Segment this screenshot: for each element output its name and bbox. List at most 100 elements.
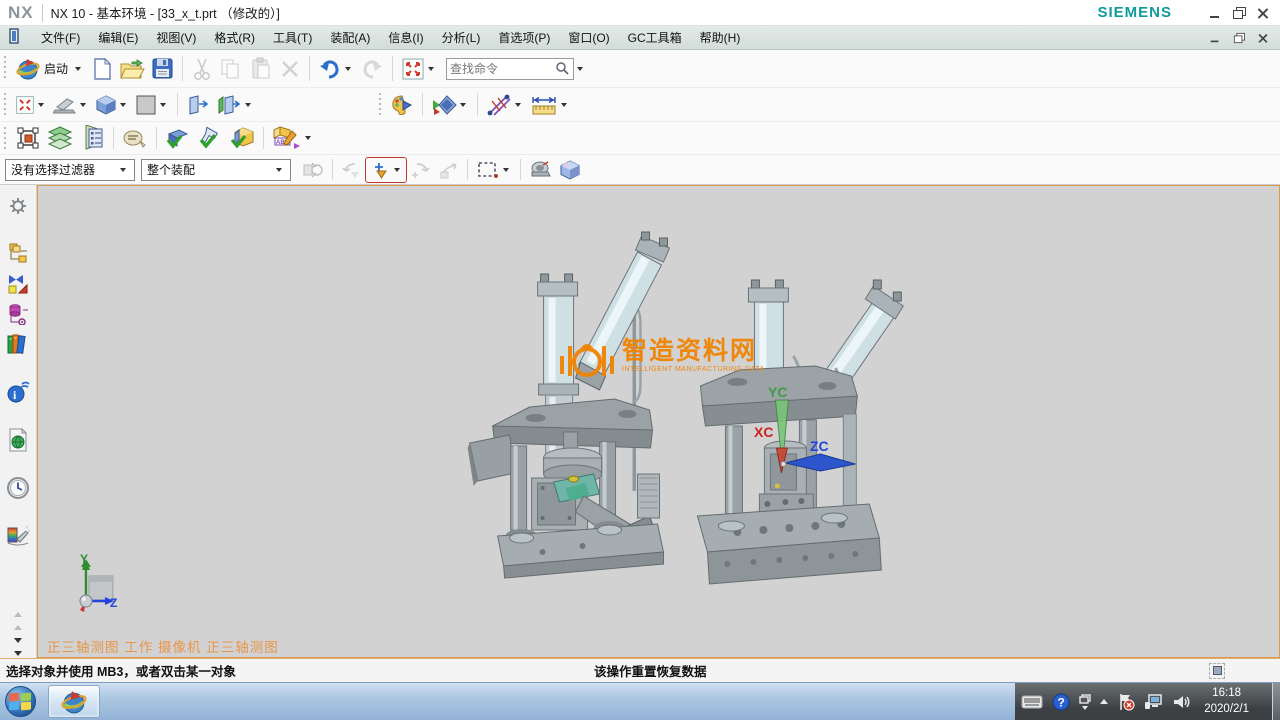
- fit-view-button[interactable]: [398, 55, 440, 83]
- fit-button[interactable]: [12, 93, 50, 117]
- filter-point-button[interactable]: [366, 158, 406, 182]
- role-button[interactable]: [387, 91, 417, 119]
- copy-button[interactable]: [216, 55, 246, 83]
- selection-filter-combo[interactable]: 没有选择过滤器: [5, 159, 135, 181]
- sidebar-scroll-up-icon[interactable]: [14, 612, 22, 617]
- model-left-assembly[interactable]: [468, 232, 670, 578]
- menu-information[interactable]: 信息(I): [379, 26, 432, 49]
- network-tray-icon[interactable]: [1144, 694, 1164, 710]
- taskbar-clock[interactable]: 16:18 2020/2/1: [1204, 686, 1249, 717]
- menu-gc-toolbox[interactable]: GC工具箱: [619, 26, 691, 49]
- assembly-constraints-button[interactable]: [483, 91, 527, 119]
- window-plane-button[interactable]: [183, 92, 213, 118]
- menu-edit[interactable]: 编辑(E): [89, 26, 147, 49]
- selection-filter-dropdown-icon[interactable]: [120, 168, 126, 172]
- constraint-navigator-icon[interactable]: [5, 271, 31, 297]
- render-style-dropdown-icon[interactable]: [80, 103, 86, 107]
- move-component-button[interactable]: [12, 123, 44, 153]
- search-icon[interactable]: [555, 61, 570, 76]
- action-center-flag-icon[interactable]: [1117, 693, 1135, 711]
- keyboard-tray-icon[interactable]: [1021, 695, 1043, 709]
- render-style-button[interactable]: [50, 93, 92, 117]
- redo-button[interactable]: [357, 55, 387, 83]
- open-button[interactable]: [116, 55, 148, 83]
- sidebar-expand-icon[interactable]: [14, 638, 22, 643]
- cad-model-canvas[interactable]: [38, 186, 1279, 657]
- undo-button[interactable]: [315, 55, 357, 83]
- volume-tray-icon[interactable]: [1173, 694, 1191, 710]
- tag-note-button[interactable]: [119, 125, 151, 151]
- orient-view-button[interactable]: [92, 92, 132, 118]
- check-cube-button[interactable]: [226, 124, 258, 152]
- annotation-dropdown-icon[interactable]: [305, 136, 311, 140]
- constraints-dropdown-icon[interactable]: [515, 103, 521, 107]
- start-orb[interactable]: [0, 683, 40, 720]
- window-plane-dropdown-icon[interactable]: [245, 103, 251, 107]
- close-icon[interactable]: [1256, 7, 1270, 19]
- annotation-button[interactable]: ABC: [269, 123, 317, 153]
- toolbar-grip[interactable]: [3, 56, 8, 82]
- filter-back-button[interactable]: [338, 158, 366, 182]
- save-button[interactable]: [148, 55, 177, 82]
- selection-scope-combo[interactable]: 整个装配: [141, 159, 291, 181]
- child-restore-icon[interactable]: [1233, 32, 1245, 42]
- check-clearance-button[interactable]: [162, 124, 194, 152]
- menu-window[interactable]: 窗口(O): [559, 26, 618, 49]
- new-file-button[interactable]: [88, 55, 116, 83]
- filter-chain-button[interactable]: [434, 158, 462, 182]
- start-dropdown-icon[interactable]: [75, 67, 81, 71]
- assembly-navigator-icon[interactable]: [5, 241, 31, 267]
- menu-assemblies[interactable]: 装配(A): [321, 26, 379, 49]
- explode-assembly-button[interactable]: [297, 157, 327, 183]
- filter-point-dropdown-icon[interactable]: [394, 168, 400, 172]
- help-tray-icon[interactable]: ?: [1052, 693, 1070, 711]
- marquee-dropdown-icon[interactable]: [503, 168, 509, 172]
- restore-icon[interactable]: [1232, 7, 1246, 19]
- tray-window-icon[interactable]: [1079, 694, 1091, 710]
- check-tool-button[interactable]: [194, 124, 226, 152]
- model-right-assembly[interactable]: [697, 280, 903, 584]
- shade-cube-button[interactable]: [556, 157, 584, 183]
- show-hide-dropdown-icon[interactable]: [460, 103, 466, 107]
- start-button[interactable]: 启动: [12, 55, 88, 83]
- menu-file[interactable]: 文件(F): [32, 26, 89, 49]
- menu-tools[interactable]: 工具(T): [264, 26, 321, 49]
- menu-preferences[interactable]: 首选项(P): [489, 26, 559, 49]
- sidebar-expand2-icon[interactable]: [14, 651, 22, 656]
- library-books-icon[interactable]: [5, 331, 31, 357]
- show-desktop-button[interactable]: [1272, 683, 1280, 720]
- reuse-library-icon[interactable]: [5, 301, 31, 327]
- measure-dropdown-icon[interactable]: [561, 103, 567, 107]
- fit-view-dropdown-icon[interactable]: [428, 67, 434, 71]
- materials-palette-icon[interactable]: [5, 523, 31, 549]
- undo-dropdown-icon[interactable]: [345, 67, 351, 71]
- sidebar-scroll-up2-icon[interactable]: [14, 625, 22, 630]
- child-close-icon[interactable]: [1257, 32, 1269, 42]
- menu-help[interactable]: 帮助(H): [691, 26, 750, 49]
- menu-analysis[interactable]: 分析(L): [433, 26, 490, 49]
- minimize-icon[interactable]: [1208, 7, 1222, 19]
- selection-scope-dropdown-icon[interactable]: [276, 168, 282, 172]
- layer-settings-button[interactable]: [44, 123, 76, 153]
- menu-view[interactable]: 视图(V): [147, 26, 205, 49]
- cut-button[interactable]: [188, 55, 216, 83]
- marquee-select-button[interactable]: [473, 158, 515, 182]
- window-plane-arrow-button[interactable]: [213, 92, 257, 118]
- find-command-input[interactable]: [450, 62, 555, 76]
- web-browser-icon[interactable]: i: [5, 379, 31, 405]
- paste-button[interactable]: [246, 55, 276, 83]
- graphics-viewport[interactable]: 智造资料网 INTELLIGENT MANUFACTURING DATA YC …: [37, 185, 1280, 658]
- dock-indicator-icon[interactable]: [1209, 663, 1225, 679]
- roles-gear-icon[interactable]: [5, 193, 31, 219]
- history-clock-icon[interactable]: [5, 475, 31, 501]
- fit-dropdown-icon[interactable]: [38, 103, 44, 107]
- orient-view-dropdown-icon[interactable]: [120, 103, 126, 107]
- background-dropdown-icon[interactable]: [160, 103, 166, 107]
- filter-forward-button[interactable]: [406, 158, 434, 182]
- background-button[interactable]: [132, 92, 172, 118]
- view-toolbar-grip[interactable]: [3, 93, 8, 116]
- navigator-button[interactable]: [76, 123, 108, 153]
- snap-point-button[interactable]: [526, 158, 556, 182]
- assembly-toolbar-grip[interactable]: [3, 127, 8, 149]
- show-hide-button[interactable]: [428, 92, 472, 118]
